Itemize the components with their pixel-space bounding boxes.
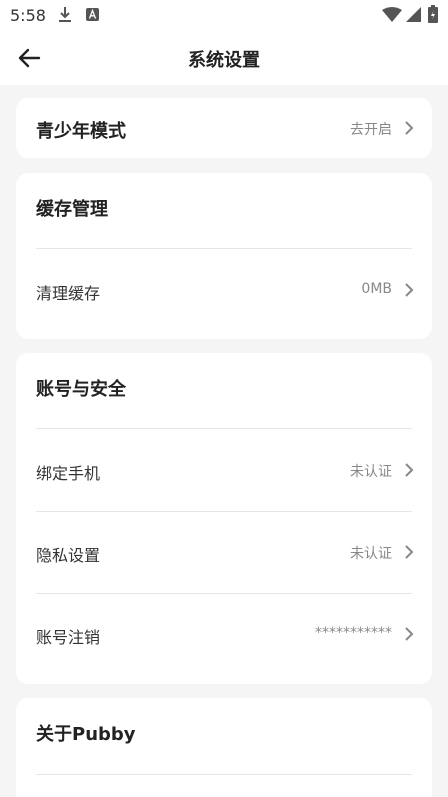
cache-size-value: 0MB [361, 281, 392, 297]
delete-account-value: *********** [315, 625, 392, 641]
chevron-right-icon [405, 627, 414, 641]
cache-section-title: 缓存管理 [36, 199, 108, 220]
privacy-settings-row[interactable]: 隐私设置 未认证 [16, 532, 432, 572]
battery-icon [428, 5, 438, 23]
divider [36, 593, 412, 594]
about-card: 关于Pubby [16, 698, 432, 797]
clear-cache-label: 清理缓存 [36, 284, 101, 303]
header-bar: 系统设置 [0, 30, 448, 85]
chevron-right-icon [405, 545, 414, 559]
youth-mode-row[interactable]: 青少年模式 去开启 [16, 108, 432, 148]
chevron-right-icon [405, 121, 414, 135]
status-time: 5:58 [10, 6, 46, 25]
divider [36, 511, 412, 512]
status-bar: 5:58 [0, 0, 448, 30]
signal-icon [406, 7, 421, 22]
wifi-icon [382, 7, 402, 22]
privacy-settings-label: 隐私设置 [36, 546, 101, 565]
bind-phone-label: 绑定手机 [36, 464, 101, 483]
clear-cache-row[interactable]: 清理缓存 0MB [16, 270, 432, 310]
youth-mode-label: 青少年模式 [36, 121, 126, 142]
divider [36, 428, 412, 429]
chevron-right-icon [405, 463, 414, 477]
page-title: 系统设置 [188, 50, 260, 71]
youth-mode-card: 青少年模式 去开启 [16, 98, 432, 158]
account-security-card: 账号与安全 绑定手机 未认证 隐私设置 未认证 账号注销 *********** [16, 353, 432, 684]
bind-phone-value: 未认证 [350, 464, 392, 480]
divider [36, 248, 412, 249]
about-section-title: 关于Pubby [36, 724, 136, 745]
cache-card: 缓存管理 清理缓存 0MB [16, 173, 432, 339]
divider [36, 774, 412, 775]
bind-phone-row[interactable]: 绑定手机 未认证 [16, 450, 432, 490]
privacy-settings-value: 未认证 [350, 546, 392, 562]
a-notification-icon [86, 8, 99, 21]
delete-account-row[interactable]: 账号注销 *********** [16, 614, 432, 654]
download-icon [59, 7, 71, 22]
account-section-title: 账号与安全 [36, 379, 126, 400]
youth-mode-value: 去开启 [350, 122, 392, 138]
delete-account-label: 账号注销 [36, 628, 101, 647]
chevron-right-icon [405, 283, 414, 297]
